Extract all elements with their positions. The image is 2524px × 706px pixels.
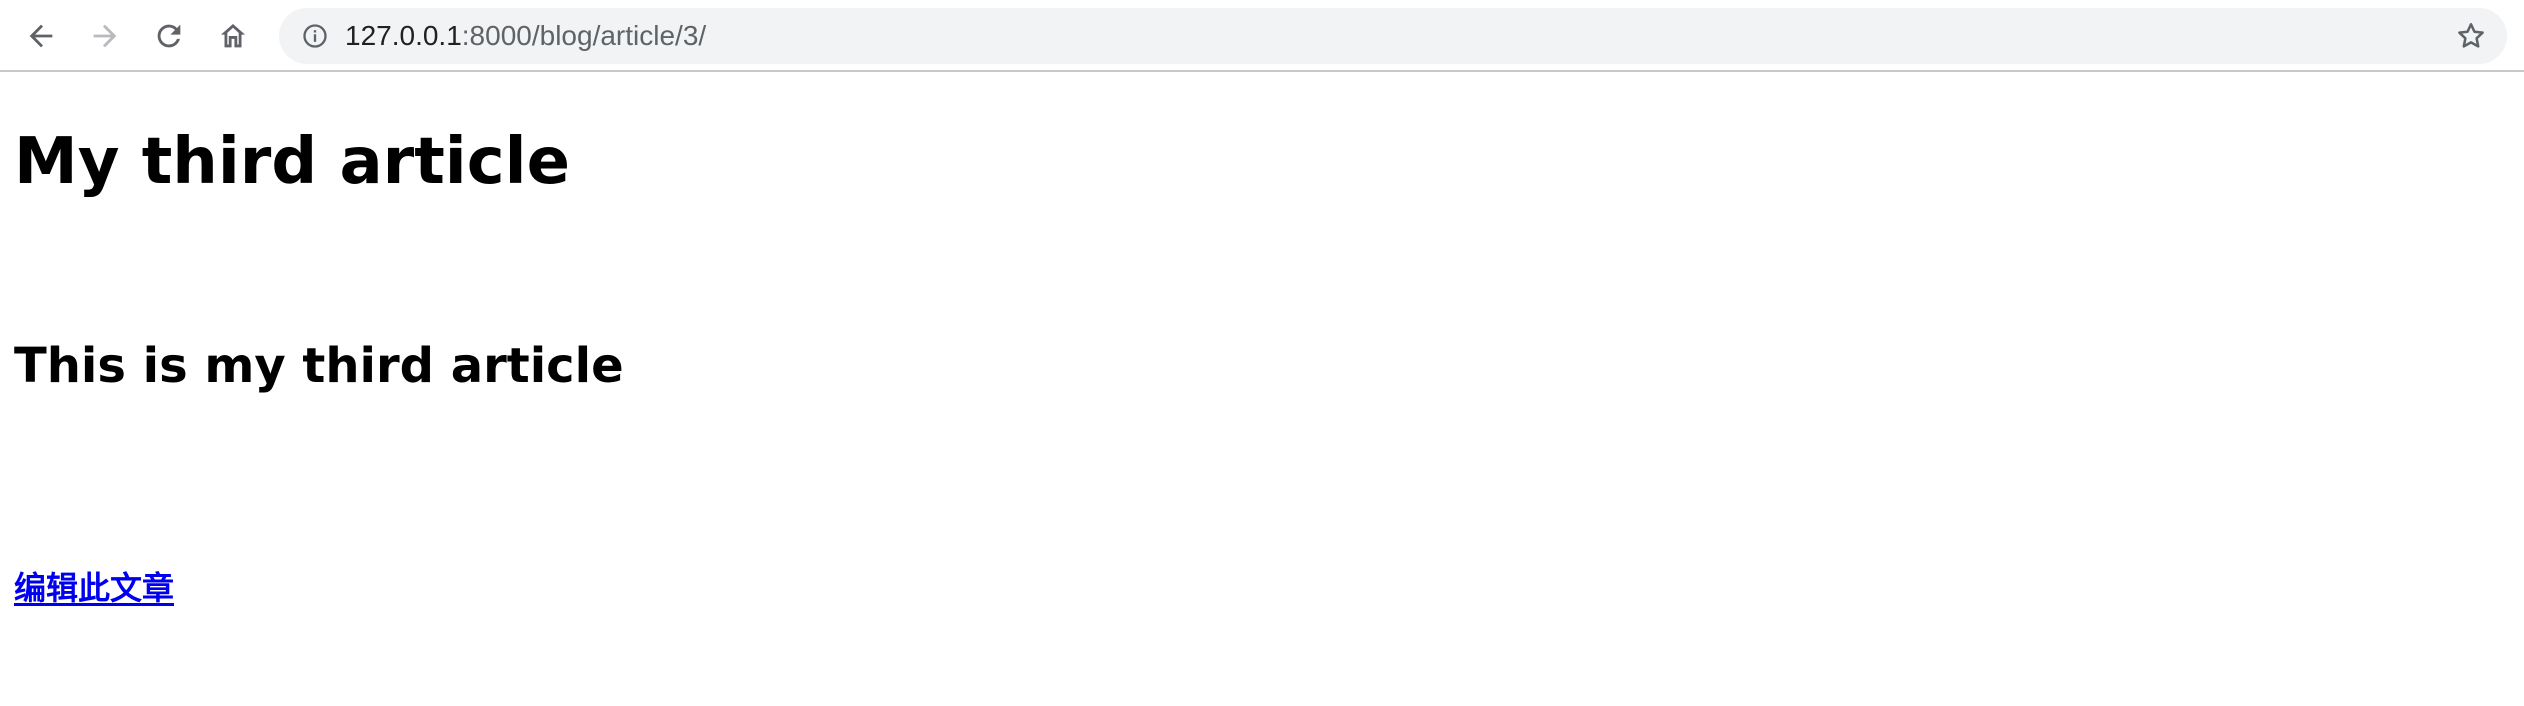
- home-button[interactable]: [208, 11, 258, 61]
- back-arrow-icon: [29, 24, 53, 48]
- url-host: 127.0.0.1: [345, 20, 462, 51]
- article-title: My third article: [14, 125, 570, 199]
- edit-article-link[interactable]: 编辑此文章: [14, 569, 174, 607]
- forward-button[interactable]: [80, 11, 130, 61]
- reload-icon: [157, 24, 181, 48]
- reload-button[interactable]: [144, 11, 194, 61]
- bookmark-button[interactable]: [2453, 18, 2489, 54]
- url-text[interactable]: 127.0.0.1:8000/blog/article/3/: [345, 8, 706, 64]
- edit-link-container: 编辑此文章: [14, 566, 174, 610]
- forward-arrow-icon: [93, 24, 117, 48]
- star-icon: [2458, 23, 2484, 48]
- url-path: :8000/blog/article/3/: [461, 20, 707, 51]
- info-icon: [303, 24, 327, 48]
- back-button[interactable]: [16, 11, 66, 61]
- browser-toolbar: 127.0.0.1:8000/blog/article/3/: [0, 0, 2524, 72]
- address-bar[interactable]: 127.0.0.1:8000/blog/article/3/: [279, 8, 2507, 64]
- article-body: This is my third article: [14, 338, 624, 394]
- site-info-button[interactable]: [299, 20, 331, 52]
- home-icon: [220, 23, 246, 48]
